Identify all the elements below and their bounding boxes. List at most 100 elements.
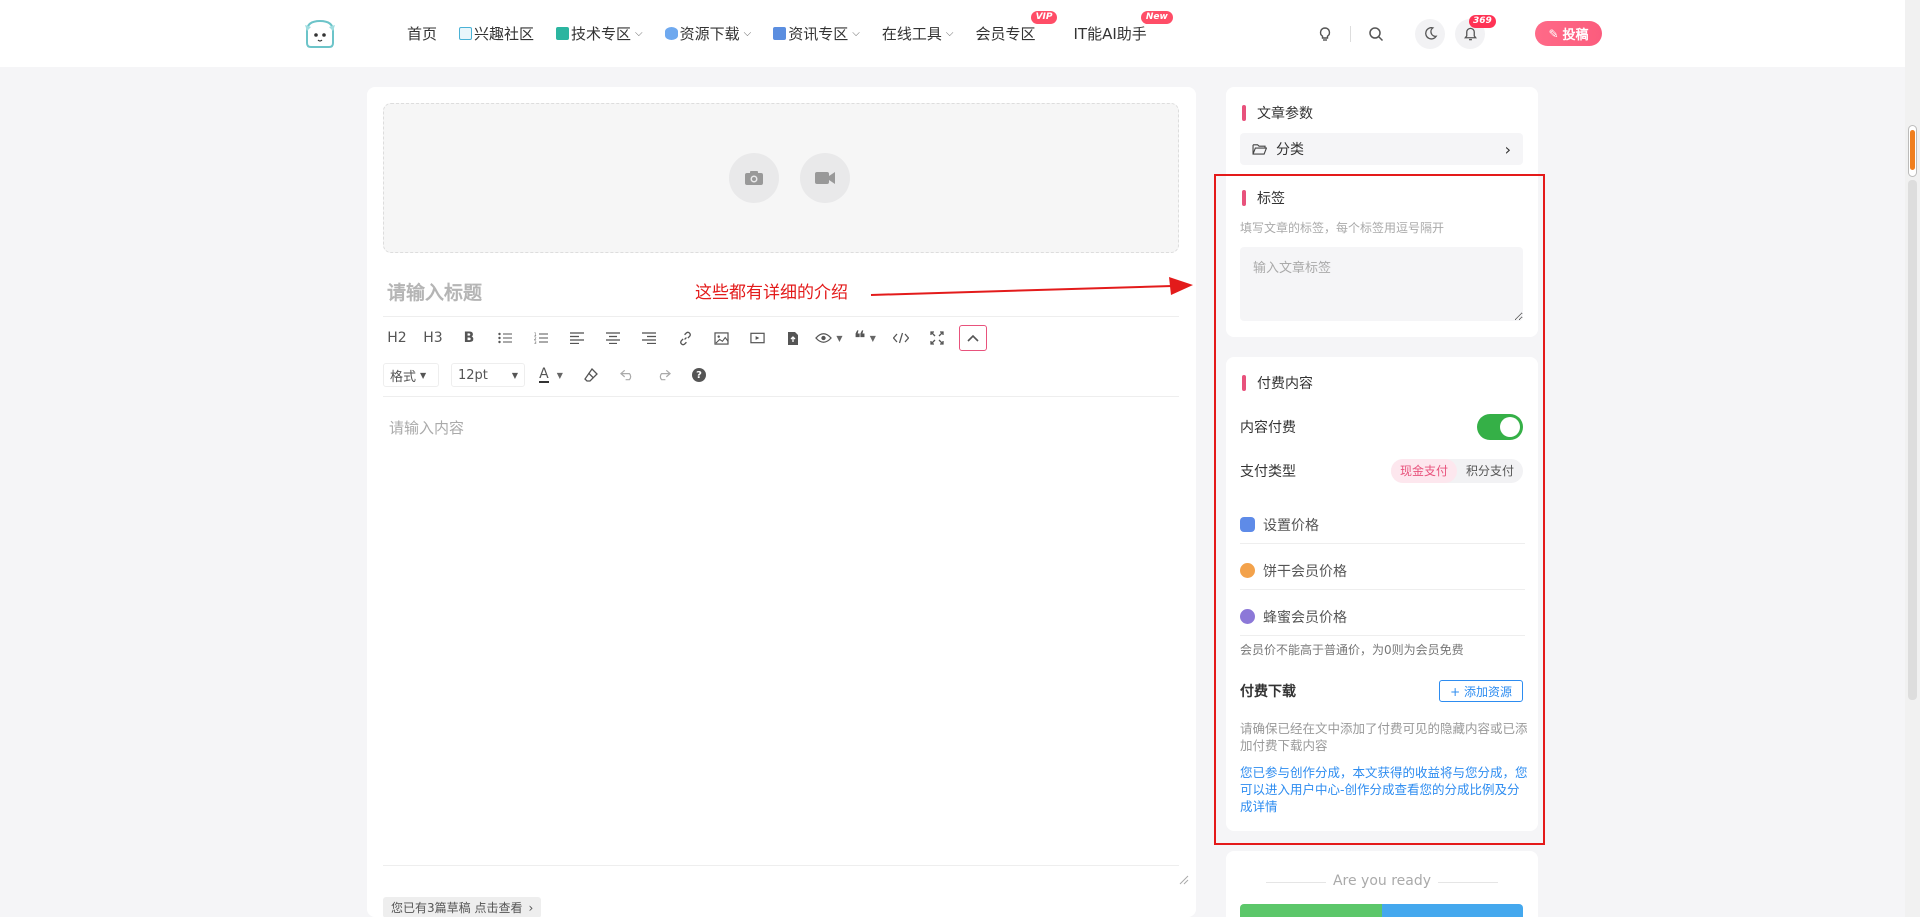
insert-file-button[interactable] bbox=[779, 325, 807, 351]
pencil-icon: ✎ bbox=[1548, 26, 1559, 41]
nav-news-label: 资讯专区 bbox=[788, 25, 849, 43]
publish-card: Are you ready bbox=[1226, 851, 1538, 917]
camera-icon bbox=[745, 171, 763, 185]
publish-button-group[interactable] bbox=[1240, 904, 1523, 917]
text-color-dropdown[interactable]: A ▼ bbox=[537, 362, 565, 388]
nav-home[interactable]: 首页 bbox=[407, 23, 437, 44]
editor-toolbar-row-2: 格式 ▼ 12pt ▼ A ▼ ? bbox=[383, 360, 721, 390]
visibility-dropdown[interactable]: ▼ bbox=[815, 325, 843, 351]
align-left-button[interactable] bbox=[563, 325, 591, 351]
help-button[interactable]: ? bbox=[685, 362, 713, 388]
notifications-button[interactable]: 369 bbox=[1455, 14, 1496, 49]
chevron-down-icon: ⌵ bbox=[945, 28, 954, 39]
toolbar-bottom-divider bbox=[383, 396, 1179, 397]
post-button-label: 投稿 bbox=[1562, 28, 1589, 43]
drafts-link[interactable]: 您已有3篇草稿 点击查看 › bbox=[383, 897, 542, 917]
font-size-value: 12pt bbox=[458, 367, 488, 383]
logo-icon bbox=[305, 19, 335, 48]
drafts-link-label: 您已有3篇草稿 点击查看 bbox=[391, 901, 523, 915]
nav-news[interactable]: 资讯专区 ⌵ bbox=[773, 23, 860, 44]
numbered-list-button[interactable]: 123 bbox=[527, 325, 555, 351]
code-icon bbox=[893, 332, 909, 344]
content-bottom-divider bbox=[383, 865, 1179, 866]
nav-vip[interactable]: 会员专区 VIP bbox=[975, 11, 1058, 44]
moon-icon bbox=[1424, 27, 1437, 40]
format-select-value: 格式 bbox=[390, 369, 417, 385]
image-icon bbox=[713, 331, 729, 345]
font-size-select[interactable]: 12pt ▼ bbox=[451, 363, 525, 387]
nav-vip-label: 会员专区 bbox=[975, 25, 1036, 43]
chevron-down-icon: ⌵ bbox=[743, 28, 752, 39]
numbered-list-icon: 123 bbox=[534, 332, 548, 344]
dark-mode-toggle[interactable] bbox=[1415, 18, 1445, 49]
insert-link-button[interactable] bbox=[671, 325, 699, 351]
community-icon bbox=[459, 27, 473, 40]
nav-tools-label: 在线工具 bbox=[881, 25, 942, 43]
header-divider bbox=[1350, 25, 1351, 42]
eraser-icon bbox=[584, 368, 598, 382]
save-draft-button[interactable] bbox=[1381, 904, 1523, 917]
redo-button[interactable] bbox=[649, 362, 677, 388]
nav-resources-label: 资源下载 bbox=[679, 25, 740, 43]
chevron-down-icon: ⌵ bbox=[635, 28, 643, 39]
tech-icon bbox=[556, 27, 570, 40]
align-right-icon bbox=[642, 332, 656, 344]
nav-tech[interactable]: 技术专区 ⌵ bbox=[556, 23, 643, 44]
align-right-button[interactable] bbox=[635, 325, 663, 351]
content-placeholder[interactable]: 请输入内容 bbox=[389, 417, 464, 438]
new-badge: New bbox=[1140, 11, 1173, 24]
lightbulb-icon bbox=[1319, 26, 1331, 41]
params-section-title: 文章参数 bbox=[1242, 103, 1313, 123]
search-button[interactable] bbox=[1361, 19, 1391, 49]
annotation-arrow-icon bbox=[870, 277, 1193, 296]
lightbulb-button[interactable] bbox=[1310, 19, 1340, 49]
nav-tools[interactable]: 在线工具 ⌵ bbox=[882, 23, 954, 44]
caret-down-icon: ▼ bbox=[556, 370, 563, 380]
page-scrollbar[interactable] bbox=[1905, 0, 1920, 917]
redo-icon bbox=[659, 369, 671, 381]
collapse-toolbar-button[interactable] bbox=[959, 325, 987, 351]
post-button[interactable]: ✎ 投稿 bbox=[1535, 21, 1602, 46]
site-logo[interactable] bbox=[303, 17, 337, 49]
folder-open-icon bbox=[1252, 144, 1267, 155]
undo-button[interactable] bbox=[613, 362, 641, 388]
header-actions: 369 bbox=[1310, 0, 1496, 67]
bold-button[interactable]: B bbox=[455, 325, 483, 351]
align-center-button[interactable] bbox=[599, 325, 627, 351]
upload-video-button[interactable] bbox=[800, 153, 850, 203]
nav-community[interactable]: 兴趣社区 bbox=[459, 23, 534, 44]
clear-format-button[interactable] bbox=[577, 362, 605, 388]
publish-button[interactable] bbox=[1240, 904, 1382, 917]
caret-down-icon: ▼ bbox=[869, 333, 876, 343]
vip-badge: VIP bbox=[1030, 11, 1058, 24]
annotation-highlight-box bbox=[1214, 174, 1545, 845]
section-marker bbox=[1242, 105, 1246, 121]
resize-handle-icon[interactable] bbox=[1179, 875, 1189, 885]
bullet-list-button[interactable] bbox=[491, 325, 519, 351]
heading2-button[interactable]: H2 bbox=[383, 325, 411, 351]
nav-resources[interactable]: 资源下载 ⌵ bbox=[664, 23, 752, 44]
quote-icon: ❝ bbox=[854, 326, 866, 350]
code-button[interactable] bbox=[887, 325, 915, 351]
align-left-icon bbox=[570, 332, 584, 344]
insert-image-button[interactable] bbox=[707, 325, 735, 351]
chevron-down-icon: ⌵ bbox=[852, 28, 860, 39]
nav-home-label: 首页 bbox=[407, 25, 438, 43]
film-icon bbox=[749, 332, 765, 344]
fullscreen-button[interactable] bbox=[923, 325, 951, 351]
chevron-up-icon bbox=[967, 334, 979, 342]
chevron-right-icon: › bbox=[528, 900, 534, 915]
heading3-button[interactable]: H3 bbox=[419, 325, 447, 351]
ready-text: Are you ready bbox=[1332, 873, 1432, 889]
eye-icon bbox=[815, 333, 833, 343]
nav-ai[interactable]: IT能AI助手 New bbox=[1073, 11, 1173, 44]
divider-right bbox=[1438, 882, 1498, 883]
cover-media-dropzone[interactable] bbox=[383, 103, 1179, 253]
category-selector[interactable]: 分类 › bbox=[1240, 133, 1523, 165]
params-title: 文章参数 bbox=[1257, 106, 1313, 122]
fullscreen-icon bbox=[930, 331, 944, 345]
insert-video-button[interactable] bbox=[743, 325, 771, 351]
upload-image-button[interactable] bbox=[729, 153, 779, 203]
quote-dropdown[interactable]: ❝ ▼ bbox=[851, 325, 879, 351]
format-select[interactable]: 格式 ▼ bbox=[383, 363, 439, 387]
